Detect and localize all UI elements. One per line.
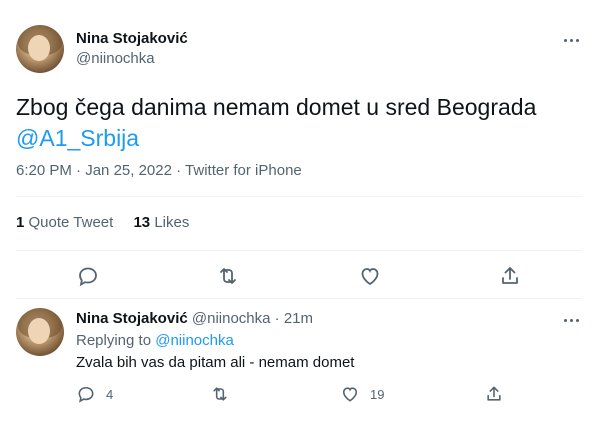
reply-icon[interactable] xyxy=(76,384,96,404)
like-count: 19 xyxy=(370,387,385,402)
avatar[interactable] xyxy=(16,308,64,356)
heart-icon[interactable] xyxy=(340,384,360,404)
reply-icon[interactable] xyxy=(76,264,100,288)
tweet-text-body: Zbog čega danima nemam domet u sred Beog… xyxy=(16,94,537,120)
quote-tweets-stat[interactable]: 1 Quote Tweet xyxy=(16,214,113,231)
reply-author-name[interactable]: Nina Stojaković xyxy=(76,310,188,327)
reply-dot: · xyxy=(274,310,280,327)
meta-separator: · xyxy=(171,162,186,179)
divider xyxy=(16,298,582,299)
tweet-meta: 6:20 PM · Jan 25, 2022 · Twitter for iPh… xyxy=(16,162,302,179)
replying-to: Replying to @niinochka xyxy=(76,332,234,349)
meta-separator: · xyxy=(71,162,86,179)
heart-icon[interactable] xyxy=(358,264,382,288)
more-horizontal-icon[interactable] xyxy=(562,30,582,50)
replying-prefix: Replying to xyxy=(76,332,152,349)
like-count: 13 xyxy=(133,214,151,231)
tweet-client[interactable]: Twitter for iPhone xyxy=(185,162,302,179)
divider xyxy=(16,196,582,197)
tweet-text: Zbog čega danima nemam domet u sred Beog… xyxy=(16,92,576,154)
share-icon[interactable] xyxy=(498,264,522,288)
author-name[interactable]: Nina Stojaković xyxy=(76,30,188,47)
retweet-icon[interactable] xyxy=(216,264,240,288)
reply-count: 4 xyxy=(106,387,114,402)
likes-label: Likes xyxy=(154,214,190,231)
avatar-face xyxy=(28,35,50,61)
author-handle[interactable]: @niinochka xyxy=(76,50,155,67)
mention-link[interactable]: @A1_Srbija xyxy=(16,123,576,154)
share-icon[interactable] xyxy=(484,384,504,404)
likes-stat[interactable]: 13 Likes xyxy=(133,214,189,231)
reply-header: Nina Stojaković @niinochka · 21m xyxy=(76,310,313,327)
quote-label: Quote Tweet xyxy=(28,214,114,231)
avatar-face xyxy=(28,318,50,344)
reply-time[interactable]: 21m xyxy=(284,310,313,327)
tweet-date[interactable]: Jan 25, 2022 xyxy=(85,162,172,179)
quote-count: 1 xyxy=(16,214,25,231)
replying-handle-link[interactable]: @niinochka xyxy=(155,332,234,349)
more-horizontal-icon[interactable] xyxy=(562,310,582,330)
reply-author-handle[interactable]: @niinochka xyxy=(192,310,271,327)
retweet-icon[interactable] xyxy=(210,384,230,404)
tweet-stats: 1 Quote Tweet 13 Likes xyxy=(16,214,189,231)
tweet-time[interactable]: 6:20 PM xyxy=(16,162,72,179)
divider xyxy=(16,250,582,251)
avatar[interactable] xyxy=(16,25,64,73)
reply-text: Zvala bih vas da pitam ali - nemam domet xyxy=(76,354,355,371)
